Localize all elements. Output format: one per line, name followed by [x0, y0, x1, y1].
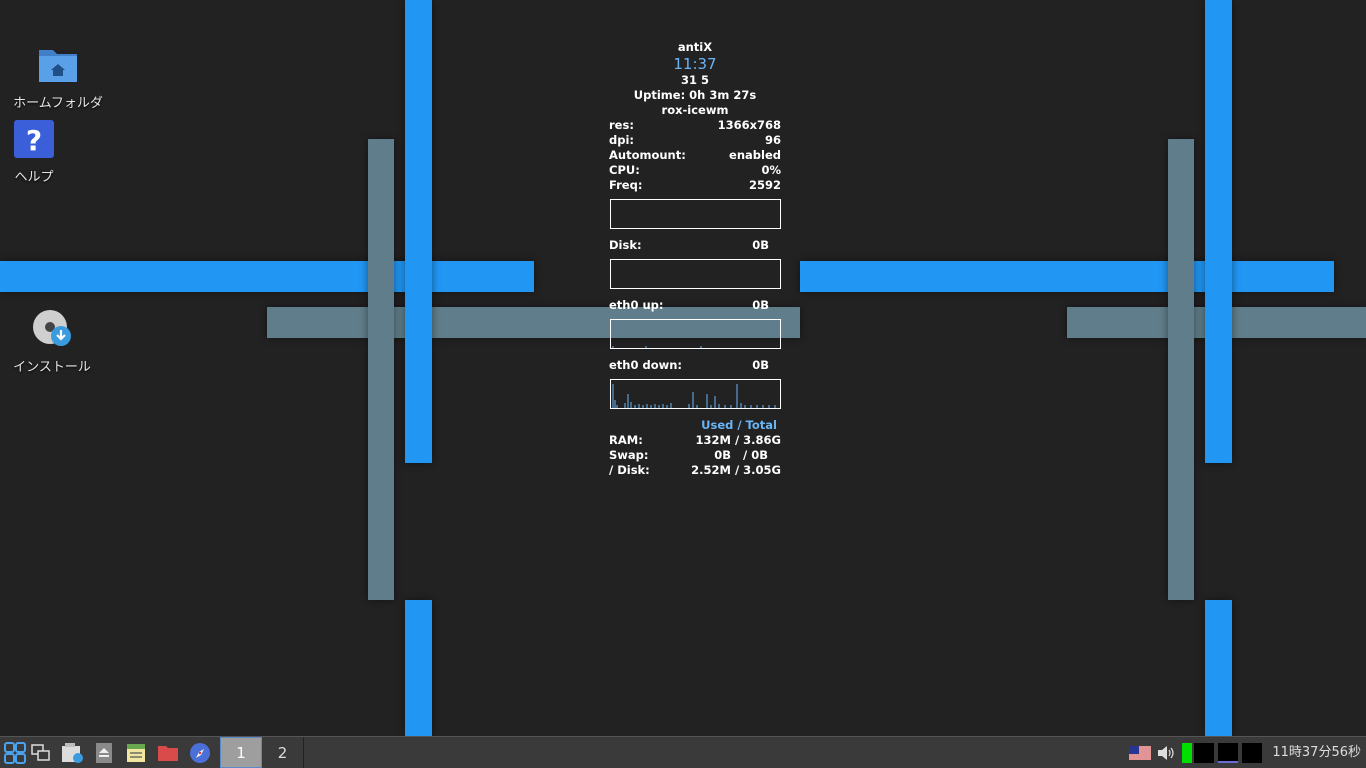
- mem-row: Swap: 0B / 0B: [609, 448, 781, 463]
- volume-button[interactable]: [1154, 739, 1178, 767]
- stat-value: 96: [764, 133, 781, 147]
- desktop-icon-help[interactable]: ? ヘルプ: [8, 120, 60, 185]
- file-manager-button[interactable]: [58, 739, 86, 767]
- browser-compass-icon: [190, 743, 210, 763]
- svg-text:?: ?: [26, 124, 42, 157]
- mem-label: / Disk:: [609, 463, 650, 477]
- stat-value: 0B: [752, 238, 769, 252]
- mem-used: 2.52M: [691, 463, 731, 477]
- mem-total: / 3.86G: [734, 433, 781, 447]
- stat-label: Disk:: [609, 238, 642, 252]
- conky-stat-row: Automount: enabled: [609, 148, 781, 163]
- mem-label: Swap:: [609, 448, 649, 462]
- network-monitor-meter: [1218, 743, 1238, 763]
- wallpaper-bar: [0, 261, 534, 292]
- wallpaper-bar: [800, 261, 1334, 292]
- wallpaper-bar: [1205, 600, 1232, 736]
- disk-graph: [610, 259, 781, 289]
- conky-eth-up-row: eth0 up: 0B: [609, 298, 781, 313]
- stat-value: 1366x768: [717, 118, 781, 132]
- conky-stat-row: res: 1366x768: [609, 118, 781, 133]
- desktop-icon-install[interactable]: インストール: [6, 308, 98, 375]
- conky-eth-down-row: eth0 down: 0B: [609, 358, 781, 373]
- memory-monitor-meter: [1194, 743, 1214, 763]
- stat-value: 0B: [752, 298, 769, 312]
- mem-label: RAM:: [609, 433, 643, 447]
- home-folder-icon: [37, 44, 79, 88]
- conky-monitor: antiX 11:37 31 5 Uptime: 0h 3m 27s rox-i…: [609, 40, 781, 478]
- window-list-icon: [31, 744, 50, 761]
- folder-red-icon: [158, 746, 178, 761]
- conky-stat-row: dpi: 96: [609, 133, 781, 148]
- cpu-monitor-meter: [1182, 743, 1192, 763]
- stat-label: dpi:: [609, 133, 635, 147]
- desktop-icon-home[interactable]: ホームフォルダ: [8, 44, 108, 111]
- keyboard-layout-button[interactable]: [1126, 739, 1154, 767]
- browser-button[interactable]: [186, 739, 214, 767]
- mem-used: 132M: [695, 433, 731, 447]
- stat-label: Automount:: [609, 148, 686, 162]
- eth-up-graph: [610, 319, 781, 349]
- desktop-icon-label: ヘルプ: [14, 170, 54, 185]
- conky-hostname: antiX: [677, 40, 713, 54]
- stat-value: enabled: [729, 148, 781, 162]
- stat-value: 0%: [761, 163, 781, 177]
- conky-date: 31 5: [680, 73, 709, 87]
- eject-icon: [96, 743, 112, 763]
- wallpaper-bar: [1168, 139, 1194, 600]
- conky-uptime: Uptime: 0h 3m 27s: [633, 88, 757, 102]
- speaker-icon: [1158, 746, 1174, 760]
- wallpaper-bar: [405, 0, 432, 463]
- network-monitor-meter: [1242, 743, 1262, 763]
- stat-label: eth0 up:: [609, 298, 664, 312]
- us-flag-icon: [1129, 746, 1151, 760]
- conky-stat-row: CPU: 0%: [609, 163, 781, 178]
- eject-button[interactable]: [90, 739, 118, 767]
- conky-stat-row: Freq: 2592: [609, 178, 781, 193]
- mem-row: RAM: 132M/ 3.86G: [609, 433, 781, 448]
- workspace-2-button[interactable]: 2: [262, 737, 304, 768]
- notes-button[interactable]: [122, 739, 150, 767]
- mem-used: 0B: [714, 448, 731, 462]
- wallpaper-bar: [368, 139, 394, 600]
- mem-header: Used / Total: [701, 418, 777, 432]
- folder-button[interactable]: [154, 739, 182, 767]
- help-icon: ?: [14, 120, 54, 162]
- desktop-icon-label: インストール: [13, 360, 91, 375]
- workspace-1-button[interactable]: 1: [220, 737, 262, 768]
- notes-icon: [127, 744, 145, 762]
- eth-down-graph: [610, 379, 781, 409]
- conky-disk-row: Disk: 0B: [609, 238, 781, 253]
- wallpaper-bar: [1205, 0, 1232, 463]
- start-menu-button[interactable]: [1, 739, 29, 767]
- taskbar: 1 2 11時37分56秒: [0, 736, 1366, 768]
- install-disc-icon: [30, 308, 74, 352]
- cpu-graph: [610, 199, 781, 229]
- stat-value: 2592: [748, 178, 781, 192]
- conky-clock: 11:37: [673, 55, 717, 73]
- stat-label: CPU:: [609, 163, 640, 177]
- stat-value: 0B: [752, 358, 769, 372]
- stat-label: Freq:: [609, 178, 643, 192]
- desktop-icon-label: ホームフォルダ: [13, 96, 103, 111]
- menu-grid-icon: [4, 742, 26, 764]
- wallpaper-bar: [405, 600, 432, 736]
- show-windows-button[interactable]: [27, 739, 55, 767]
- mem-row: / Disk: 2.52M/ 3.05G: [609, 463, 781, 478]
- taskbar-clock[interactable]: 11時37分56秒: [1272, 737, 1361, 768]
- mem-total: / 0B: [743, 448, 768, 462]
- stat-label: eth0 down:: [609, 358, 683, 372]
- stat-label: res:: [609, 118, 634, 132]
- file-manager-icon: [62, 743, 83, 763]
- conky-window-manager: rox-icewm: [661, 103, 729, 117]
- mem-total: / 3.05G: [734, 463, 781, 477]
